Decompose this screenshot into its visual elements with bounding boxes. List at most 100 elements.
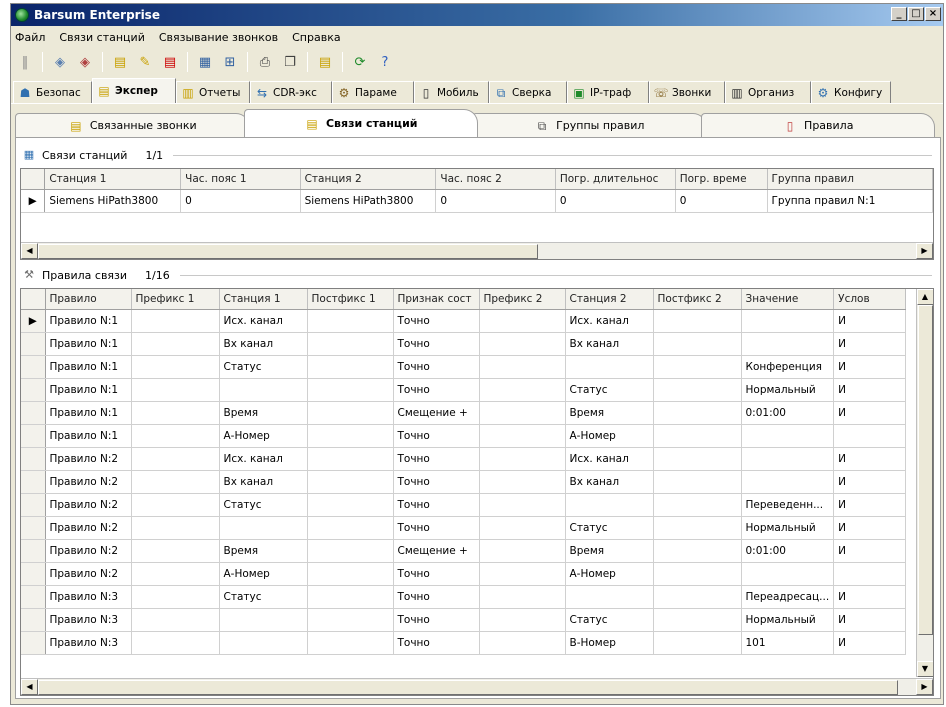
scrollbar-thumb[interactable] xyxy=(38,243,538,259)
table-cell[interactable] xyxy=(131,309,220,333)
table-cell[interactable] xyxy=(479,631,566,655)
table-cell[interactable]: 0 xyxy=(435,189,556,213)
table-cell[interactable]: Правило N:3 xyxy=(45,608,132,632)
tab-reconcile[interactable]: ⧉ Сверка xyxy=(489,81,567,103)
table-cell[interactable]: Статус xyxy=(219,585,308,609)
table-cell[interactable]: И xyxy=(833,493,907,517)
table-cell[interactable]: И xyxy=(833,608,907,632)
table-row[interactable]: Правило N:1 Время Смещение + Время 0:01:00 И xyxy=(21,401,907,425)
table-cell[interactable] xyxy=(479,562,566,586)
table-cell[interactable]: Статус xyxy=(565,516,654,540)
table-cell[interactable] xyxy=(307,585,394,609)
station-icon[interactable]: ▤ xyxy=(110,52,130,72)
tab-configuration[interactable]: ⚙ Конфигу xyxy=(811,81,891,103)
column-header[interactable]: Префикс 1 xyxy=(131,289,220,310)
table-row[interactable]: ▶ Siemens HiPath3800 0 Siemens HiPath380… xyxy=(21,189,933,213)
table-cell[interactable]: Точно xyxy=(393,378,480,402)
table-cell[interactable]: Переадресац... xyxy=(741,585,835,609)
table-cell[interactable]: А-Номер xyxy=(219,562,308,586)
table-cell[interactable] xyxy=(307,424,394,448)
table-cell[interactable] xyxy=(307,608,394,632)
table-cell[interactable] xyxy=(653,608,742,632)
table-cell[interactable] xyxy=(565,493,654,517)
table-cell[interactable]: Точно xyxy=(393,493,480,517)
table-cell[interactable] xyxy=(741,447,835,471)
table-cell[interactable] xyxy=(307,309,394,333)
table-cell[interactable] xyxy=(131,424,220,448)
table-cell[interactable]: Правило N:3 xyxy=(45,631,132,655)
table-cell[interactable]: И xyxy=(833,332,907,356)
table-cell[interactable] xyxy=(479,516,566,540)
rules-grid[interactable]: Правило Префикс 1 Станция 1 Постфикс 1 П… xyxy=(20,288,934,696)
table-cell[interactable]: 0 xyxy=(675,189,768,213)
table-cell[interactable]: Правило N:3 xyxy=(45,585,132,609)
table-cell[interactable]: И xyxy=(833,539,907,563)
table-cell[interactable]: И xyxy=(833,447,907,471)
table-cell[interactable] xyxy=(653,470,742,494)
scroll-right-icon[interactable]: ▶ xyxy=(916,243,933,259)
table-cell[interactable] xyxy=(479,585,566,609)
table-cell[interactable]: Смещение + xyxy=(393,539,480,563)
table-cell[interactable] xyxy=(479,493,566,517)
table-cell[interactable]: Статус xyxy=(219,355,308,379)
column-header[interactable]: Правило xyxy=(45,289,132,310)
table-cell[interactable] xyxy=(565,355,654,379)
table-row[interactable]: Правило N:1 А-Номер Точно А-Номер xyxy=(21,424,907,448)
table-cell[interactable]: Точно xyxy=(393,470,480,494)
table-cell[interactable] xyxy=(653,562,742,586)
table-add-icon[interactable]: ⊞ xyxy=(220,52,240,72)
table-cell[interactable] xyxy=(307,447,394,471)
column-header[interactable]: Час. пояс 1 xyxy=(180,169,301,190)
table-cell[interactable] xyxy=(479,309,566,333)
table-cell[interactable]: Вх канал xyxy=(219,332,308,356)
tab-reports[interactable]: ▥ Отчеты xyxy=(176,81,250,103)
column-header[interactable]: Погр. длительнос xyxy=(555,169,676,190)
menu-file[interactable]: Файл xyxy=(15,31,45,44)
table-cell[interactable] xyxy=(479,424,566,448)
table-cell[interactable] xyxy=(131,378,220,402)
menu-call-linking[interactable]: Связывание звонков xyxy=(159,31,278,44)
table-cell[interactable]: Правило N:2 xyxy=(45,447,132,471)
table-cell[interactable]: Siemens HiPath3800 xyxy=(300,189,437,213)
table-cell[interactable]: И xyxy=(833,309,907,333)
table-cell[interactable] xyxy=(131,470,220,494)
table-cell[interactable]: Нормальный xyxy=(741,378,835,402)
table-cell[interactable]: Исх. канал xyxy=(565,447,654,471)
scrollbar-thumb[interactable] xyxy=(38,679,898,695)
column-header[interactable]: Станция 2 xyxy=(565,289,654,310)
table-row[interactable]: Правило N:2 А-Номер Точно А-Номер xyxy=(21,562,907,586)
table-cell[interactable]: Статус xyxy=(565,378,654,402)
scrollbar-thumb[interactable] xyxy=(917,305,933,635)
table-cell[interactable]: Точно xyxy=(393,585,480,609)
table-cell[interactable] xyxy=(131,401,220,425)
table-cell[interactable]: Точно xyxy=(393,562,480,586)
table-row[interactable]: Правило N:3 Точно Статус Нормальный И xyxy=(21,608,907,632)
table-cell[interactable] xyxy=(653,378,742,402)
table-cell[interactable]: 0:01:00 xyxy=(741,401,835,425)
table-row[interactable]: Правило N:1 Статус Точно Конференция И xyxy=(21,355,907,379)
column-header[interactable]: Постфикс 1 xyxy=(307,289,394,310)
table-cell[interactable] xyxy=(307,470,394,494)
table-cell[interactable]: Смещение + xyxy=(393,401,480,425)
close-button[interactable]: × xyxy=(925,7,941,21)
scroll-left-icon[interactable]: ◀ xyxy=(21,679,38,695)
table-cell[interactable]: Точно xyxy=(393,424,480,448)
table-cell[interactable]: Статус xyxy=(565,608,654,632)
table-cell[interactable] xyxy=(131,332,220,356)
table-cell[interactable] xyxy=(833,562,907,586)
table-cell[interactable] xyxy=(653,539,742,563)
table-cell[interactable]: 0 xyxy=(555,189,676,213)
table-cell[interactable]: Вх канал xyxy=(565,470,654,494)
table-cell[interactable]: Точно xyxy=(393,355,480,379)
column-header[interactable]: Значение xyxy=(741,289,835,310)
table-cell[interactable]: 101 xyxy=(741,631,835,655)
table-row[interactable]: Правило N:2 Время Смещение + Время 0:01:00 И xyxy=(21,539,907,563)
table-row[interactable]: Правило N:2 Точно Статус Нормальный И xyxy=(21,516,907,540)
table-cell[interactable]: Время xyxy=(219,539,308,563)
column-header[interactable]: Час. пояс 2 xyxy=(435,169,556,190)
table-cell[interactable]: И xyxy=(833,355,907,379)
table-cell[interactable] xyxy=(741,470,835,494)
table-cell[interactable]: Siemens HiPath3800 xyxy=(44,189,182,213)
tab-station-links[interactable]: ▤ Связи станций xyxy=(243,109,478,137)
table-cell[interactable]: 0:01:00 xyxy=(741,539,835,563)
